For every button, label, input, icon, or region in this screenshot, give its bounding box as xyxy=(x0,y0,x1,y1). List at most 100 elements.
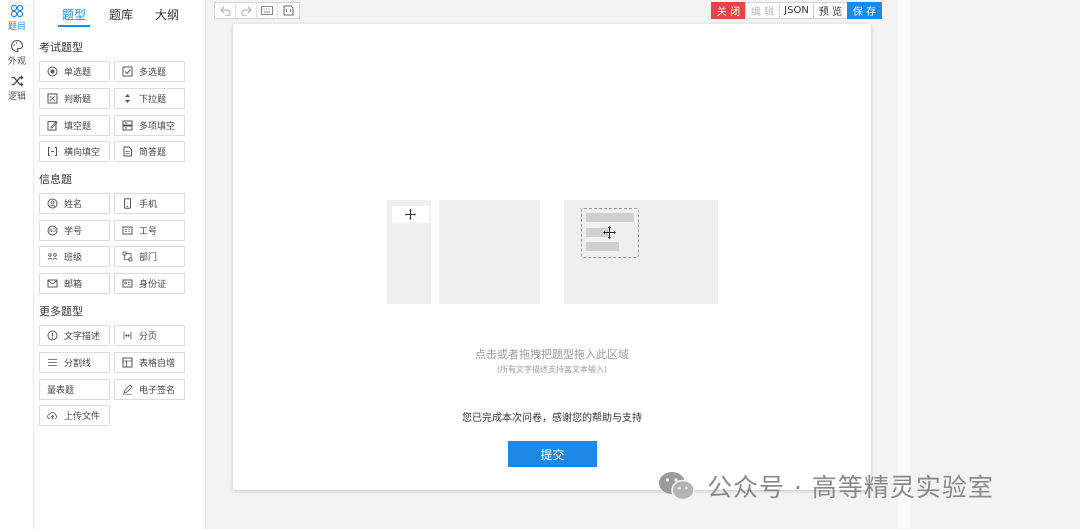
tile-student-id[interactable]: NO 学号 xyxy=(39,220,110,241)
department-icon xyxy=(122,251,133,262)
rail-item-appearance[interactable]: 外观 xyxy=(0,39,34,67)
move-icon xyxy=(405,209,416,220)
tile-label: 邮箱 xyxy=(64,280,83,290)
survey-canvas[interactable]: 点击或者拖拽把题型拖入此区域 (所有文字描述支持富文本输入) 您已完成本次问卷，… xyxy=(233,24,871,490)
tile-dropdown[interactable]: 下拉题 xyxy=(114,88,185,109)
watermark: 公众号 · 高等精灵实验室 xyxy=(657,469,994,503)
svg-text:NO: NO xyxy=(49,228,56,234)
rail-item-questions[interactable]: 题目 xyxy=(0,4,34,32)
tile-department[interactable]: 部门 xyxy=(114,246,185,267)
tile-label: 姓名 xyxy=(64,200,83,210)
redo-button[interactable] xyxy=(236,3,257,18)
json-button[interactable]: JSON xyxy=(779,2,814,19)
tab-bank[interactable]: 题库 xyxy=(109,6,133,23)
tile-label: 文字描述 xyxy=(64,332,101,342)
tile-text-description[interactable]: 文字描述 xyxy=(39,325,110,346)
placeholder-drop-target xyxy=(564,200,718,304)
tile-label: 横向填空 xyxy=(64,148,101,158)
completion-message: 您已完成本次问卷，感谢您的帮助与支持 xyxy=(462,413,642,424)
tile-label: 学号 xyxy=(64,227,83,237)
tile-table-increment[interactable]: 表格自增 xyxy=(114,352,185,373)
move-cursor-icon xyxy=(603,226,616,239)
preview-button[interactable]: 预 览 xyxy=(813,2,848,19)
tile-class[interactable]: 班级 xyxy=(39,246,110,267)
tile-label: 身份证 xyxy=(139,280,167,290)
undo-button[interactable] xyxy=(215,3,236,18)
tile-label: 手机 xyxy=(139,200,158,210)
section-exam: 考试题型 xyxy=(39,41,83,54)
tile-label: 分页 xyxy=(139,332,158,342)
tab-types[interactable]: 题型 xyxy=(62,6,86,23)
left-rail: 题目 外观 逻辑 xyxy=(0,0,34,529)
placeholder-column-narrow xyxy=(387,200,431,304)
tile-label: 下拉题 xyxy=(139,95,167,105)
edit-button[interactable]: 编 辑 xyxy=(745,2,780,19)
rail-label: 外观 xyxy=(7,57,26,67)
code-icon xyxy=(283,5,294,16)
question-palette: 题型 题库 大纲 考试题型 单选题 多选题 判断题 下拉题 填空题 多项填空 横… xyxy=(34,0,206,529)
history-toolbar xyxy=(214,2,300,19)
tile-label: 工号 xyxy=(139,227,158,237)
tile-label: 上传文件 xyxy=(64,412,101,422)
tile-pagination[interactable]: 分页 xyxy=(114,325,185,346)
student-id-icon: NO xyxy=(47,225,58,236)
placeholder-line xyxy=(586,213,634,222)
tile-label: 单选题 xyxy=(64,68,92,78)
tile-scale[interactable]: 量表题 xyxy=(39,379,110,400)
tab-active-indicator xyxy=(58,25,90,27)
rail-label: 逻辑 xyxy=(7,92,26,102)
tile-horizontal-fill[interactable]: 横向填空 xyxy=(39,141,110,162)
tile-id-card[interactable]: 身份证 xyxy=(114,273,185,294)
info-icon xyxy=(47,330,58,341)
save-button[interactable]: 保 存 xyxy=(847,2,882,19)
code-button[interactable] xyxy=(278,3,299,18)
wechat-logo-icon xyxy=(659,472,695,501)
tile-label: 电子签名 xyxy=(139,386,176,396)
drag-card xyxy=(392,206,429,223)
section-more: 更多题型 xyxy=(39,305,83,318)
badge-icon xyxy=(122,226,133,235)
watermark-text: 公众号 · 高等精灵实验室 xyxy=(707,473,994,502)
placeholder-line xyxy=(586,242,619,251)
idcard-icon xyxy=(122,279,133,288)
keyboard-icon xyxy=(261,6,273,15)
judge-icon xyxy=(47,93,58,104)
tile-label: 表格自增 xyxy=(139,359,176,369)
tab-outline[interactable]: 大纲 xyxy=(155,6,179,23)
palette-tabs: 题型 题库 大纲 xyxy=(34,0,206,28)
tile-divider[interactable]: 分割线 xyxy=(39,352,110,373)
radio-icon xyxy=(47,66,58,77)
tile-phone[interactable]: 手机 xyxy=(114,193,185,214)
tile-upload-file[interactable]: 上传文件 xyxy=(39,405,110,426)
redo-icon xyxy=(241,6,252,16)
undo-icon xyxy=(219,6,230,16)
tile-e-signature[interactable]: 电子签名 xyxy=(114,379,185,400)
mail-icon xyxy=(47,279,58,288)
tile-label: 简答题 xyxy=(139,148,167,158)
grid-icon xyxy=(10,4,24,18)
tile-multi-choice[interactable]: 多选题 xyxy=(114,61,185,82)
tile-multi-fill[interactable]: 多项填空 xyxy=(114,115,185,136)
right-gutter xyxy=(898,0,910,529)
user-icon xyxy=(47,198,58,209)
tile-employee-id[interactable]: 工号 xyxy=(114,220,185,241)
tile-email[interactable]: 邮箱 xyxy=(39,273,110,294)
submit-button[interactable]: 提交 xyxy=(508,441,597,467)
rail-label: 题目 xyxy=(7,22,26,32)
tile-fill-blank[interactable]: 填空题 xyxy=(39,115,110,136)
keyboard-button[interactable] xyxy=(257,3,278,18)
shuffle-icon xyxy=(11,75,24,87)
tile-name[interactable]: 姓名 xyxy=(39,193,110,214)
multi-fill-icon xyxy=(122,120,133,131)
pagination-icon xyxy=(123,331,132,340)
drop-hint: 点击或者拖拽把题型拖入此区域 xyxy=(475,348,629,361)
rail-item-logic[interactable]: 逻辑 xyxy=(0,74,34,102)
table-icon xyxy=(122,357,133,368)
tile-judge[interactable]: 判断题 xyxy=(39,88,110,109)
action-toolbar: 关 闭 编 辑 JSON 预 览 保 存 xyxy=(711,2,882,19)
close-button[interactable]: 关 闭 xyxy=(711,2,746,19)
tile-short-answer[interactable]: 简答题 xyxy=(114,141,185,162)
tile-single-choice[interactable]: 单选题 xyxy=(39,61,110,82)
edit-icon xyxy=(47,120,58,131)
document-icon xyxy=(123,146,132,157)
